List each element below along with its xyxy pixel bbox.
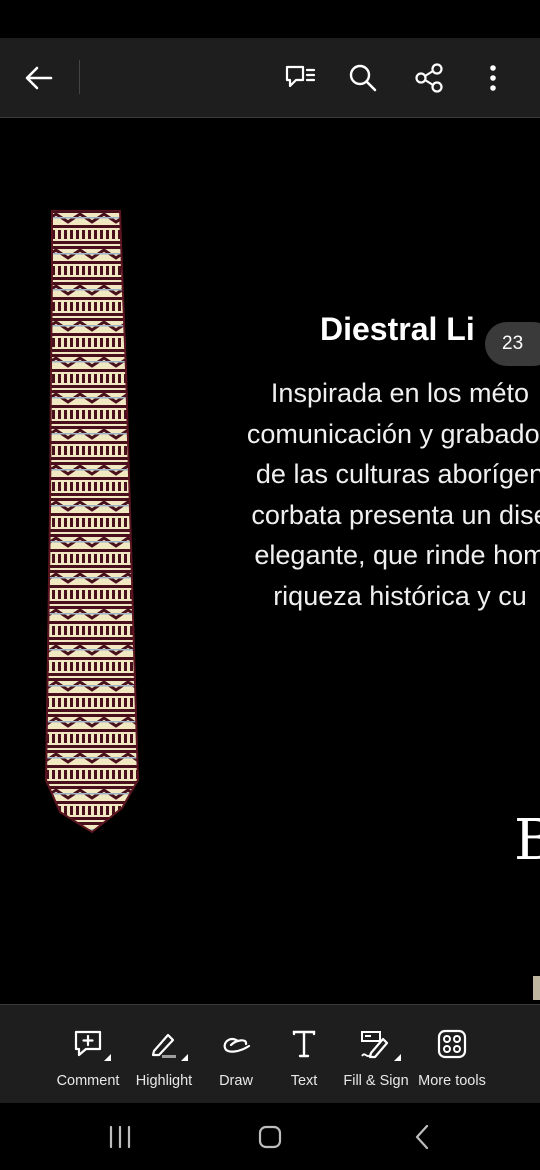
tool-comment[interactable]: Comment [55, 1005, 121, 1104]
highlight-icon-wrap [148, 1027, 188, 1061]
body-line: elegante, que rinde hom [254, 540, 540, 570]
recent-apps-button[interactable] [98, 1121, 142, 1153]
fill-sign-icon [361, 1031, 389, 1059]
system-nav-bar [0, 1103, 540, 1170]
body-line: de las culturas aborígen [255, 459, 540, 489]
comment-list-icon [285, 65, 316, 88]
status-bar [0, 0, 540, 38]
top-toolbar [0, 38, 540, 118]
share-icon [415, 63, 443, 93]
tool-label: Fill & Sign [343, 1073, 409, 1089]
text-icon [292, 1030, 316, 1058]
search-icon [349, 64, 377, 92]
tie-image [44, 210, 140, 834]
submenu-indicator [181, 1054, 188, 1061]
tool-label: Highlight [135, 1073, 193, 1089]
text-icon-wrap [292, 1027, 316, 1061]
tool-label: Draw [219, 1073, 253, 1089]
home-button[interactable] [250, 1121, 290, 1153]
tool-draw[interactable]: Draw [214, 1005, 258, 1104]
document-body: Inspirada en los méto comunicación y gra… [190, 373, 540, 616]
partial-image [533, 976, 540, 1000]
tool-more-tools[interactable]: More tools [416, 1005, 488, 1104]
comment-add-icon [74, 1030, 102, 1057]
bottom-toolbar: Comment Highlight Draw Text Fill & Sign … [0, 1004, 540, 1103]
comments-list-button[interactable] [280, 60, 320, 96]
recent-apps-icon [109, 1126, 131, 1148]
submenu-indicator [104, 1054, 111, 1061]
more-tools-icon-wrap [437, 1027, 467, 1061]
tool-label: Text [290, 1073, 318, 1089]
more-vertical-icon [490, 65, 496, 91]
body-line: riqueza histórica y cu [273, 580, 527, 611]
submenu-indicator [394, 1054, 401, 1061]
tool-label: Comment [56, 1073, 120, 1089]
nav-back-button[interactable] [404, 1121, 440, 1153]
highlight-icon [151, 1033, 176, 1058]
more-tools-icon [437, 1029, 467, 1059]
page-number-badge[interactable]: 23 [485, 322, 540, 366]
tool-label: More tools [418, 1073, 486, 1089]
draw-icon [223, 1038, 251, 1053]
back-button[interactable] [18, 58, 60, 98]
comment-add-icon-wrap [73, 1027, 111, 1061]
body-line: comunicación y grabados [246, 418, 540, 449]
search-button[interactable] [345, 60, 381, 96]
document-page[interactable]: Diestral Li Inspirada en los méto comuni… [0, 118, 540, 1004]
toolbar-divider [79, 60, 80, 94]
tool-fill-sign[interactable]: Fill & Sign [343, 1005, 409, 1104]
home-icon [258, 1125, 282, 1149]
tool-text[interactable]: Text [283, 1005, 325, 1104]
draw-icon-wrap [220, 1027, 252, 1061]
partial-logo-letter: B [514, 808, 540, 873]
body-line: corbata presenta un dise [251, 499, 540, 530]
share-button[interactable] [410, 60, 448, 96]
document-title: Diestral Li [320, 311, 475, 347]
arrow-left-icon [25, 66, 53, 90]
tool-highlight[interactable]: Highlight [133, 1005, 195, 1104]
nav-back-icon [415, 1124, 429, 1150]
body-line: Inspirada en los méto [270, 378, 530, 408]
fill-sign-icon-wrap [359, 1027, 401, 1061]
more-options-button[interactable] [478, 60, 508, 96]
